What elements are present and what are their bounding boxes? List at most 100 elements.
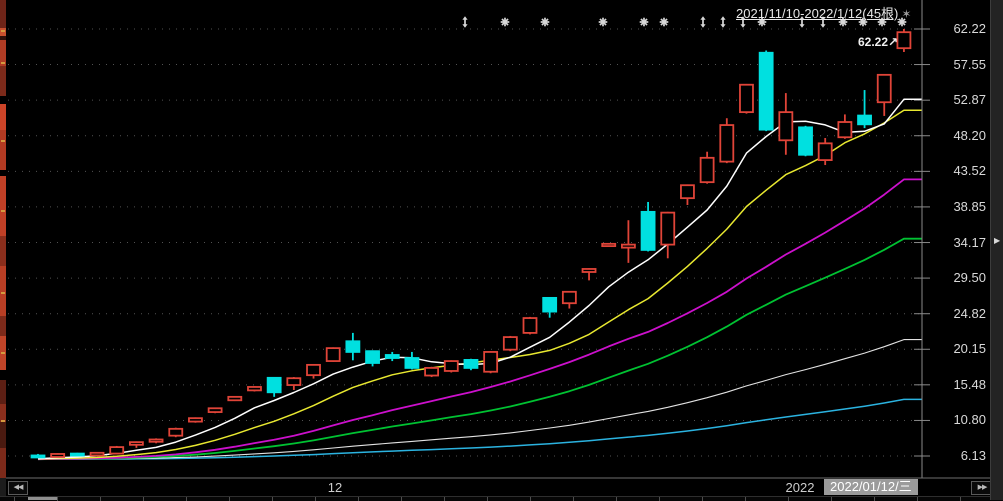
candle-body: [719, 124, 735, 163]
price-axis-label: 29.50: [953, 270, 986, 286]
ma-line-MA30: [37, 237, 922, 461]
candle-body: [266, 376, 282, 394]
price-axis-label: 57.55: [953, 56, 986, 72]
price-axis-label: 62.22: [953, 21, 986, 36]
candle-body: [365, 350, 380, 364]
candle-body: [857, 114, 872, 126]
up-right-arrow-icon: ↗: [888, 35, 899, 49]
candle-body: [128, 441, 144, 446]
window-sliver-fleck: [1, 210, 5, 212]
candle-body: [50, 453, 66, 458]
candle-body: [621, 243, 636, 249]
candle-body: [286, 377, 302, 386]
candle-body: [345, 340, 361, 353]
date-range-text: 2021/11/10-2022/1/12(45根): [736, 6, 899, 21]
window-sliver-segment: [0, 130, 6, 170]
window-sliver-fleck: [1, 292, 5, 294]
candle-body: [168, 427, 184, 437]
scrollbar-tick: [186, 497, 187, 501]
candle-body: [109, 446, 125, 455]
scrollbar-tick: [874, 497, 875, 501]
scroll-left-button[interactable]: ◀◀: [8, 481, 28, 495]
scrollbar-tick: [57, 497, 58, 501]
window-sliver-segment: [0, 176, 6, 236]
window-sliver-segment: [0, 422, 6, 448]
left-edge-window-sliver: [0, 0, 6, 500]
candle-body: [542, 296, 558, 313]
candle-body: [89, 451, 105, 457]
candle-body: [247, 386, 262, 392]
ma-line-MA5: [37, 98, 922, 460]
scrollbar-tick: [659, 497, 660, 501]
current-date-box[interactable]: 2022/01/12/三: [824, 479, 918, 495]
candle-body: [463, 359, 479, 369]
scrollbar-tick: [444, 497, 445, 501]
scrollbar-tick: [788, 497, 789, 501]
candle-body: [758, 51, 774, 131]
candle-body: [680, 184, 695, 200]
candle-body: [227, 395, 243, 402]
scrollbar-tick: [960, 497, 961, 501]
window-sliver-fleck: [1, 352, 5, 354]
candle-body: [739, 83, 754, 114]
pushpin-icon: ✶: [901, 7, 912, 21]
candle-body: [188, 417, 203, 423]
window-sliver-segment: [0, 236, 6, 266]
candle-body: [778, 111, 794, 142]
window-sliver-fleck: [1, 140, 5, 142]
window-sliver-fleck: [1, 62, 5, 64]
candle-body: [896, 31, 912, 50]
expand-panel-arrow-icon[interactable]: ▶: [994, 236, 1000, 245]
ma-line-MA10: [37, 109, 922, 460]
last-price-value: 62.22: [858, 35, 889, 49]
window-sliver-segment: [0, 104, 6, 130]
price-axis-label: 6.13: [960, 448, 986, 463]
window-sliver-segment: [0, 66, 6, 96]
candle-body: [837, 121, 853, 139]
candle-body: [148, 438, 164, 443]
candle-body: [306, 363, 321, 377]
price-axis-label: 43.52: [953, 163, 986, 179]
scrollbar-tick: [143, 497, 144, 501]
date-range-title[interactable]: 2021/11/10-2022/1/12(45根) ✶: [736, 3, 911, 22]
scrollbar-tick: [573, 497, 574, 501]
price-axis-label: 10.80: [953, 412, 986, 428]
scrollbar-tick: [917, 497, 918, 501]
window-sliver-segment: [0, 316, 6, 336]
candle-body: [384, 354, 400, 359]
price-axis-label: 38.85: [953, 198, 986, 214]
scrollbar-tick: [272, 497, 273, 501]
candle-body: [817, 142, 833, 161]
candle-body: [581, 268, 597, 273]
scrollbar-tick: [831, 497, 832, 501]
scrollbar-tick: [745, 497, 746, 501]
scrollbar-tick: [702, 497, 703, 501]
x-axis-label: 2022: [785, 480, 815, 495]
window-sliver-fleck: [1, 420, 5, 422]
scrollbar-tick: [229, 497, 230, 501]
scrollbar-tick: [315, 497, 316, 501]
window-sliver-segment: [0, 96, 6, 104]
window-sliver-segment: [0, 266, 6, 316]
candle-body: [561, 290, 577, 305]
candle-body: [69, 452, 85, 457]
window-sliver-fleck: [1, 30, 5, 32]
price-axis-label: 34.17: [953, 234, 986, 250]
candle-body: [483, 351, 499, 373]
price-axis-label: 48.20: [953, 127, 986, 143]
candle-body: [798, 126, 813, 156]
window-sliver-segment: [0, 0, 6, 28]
scrollbar-tick: [14, 497, 15, 501]
candle-body: [404, 357, 420, 369]
timeline-scrollbar[interactable]: [0, 496, 1003, 501]
window-sliver-segment: [0, 380, 6, 404]
candle-body: [522, 317, 538, 334]
candle-body: [207, 407, 223, 413]
scrollbar-tick: [530, 497, 531, 501]
time-axis-bar: ◀◀ 12 2022 2022/01/12/三 ▶▶: [0, 479, 1003, 496]
scrollbar-tick: [487, 497, 488, 501]
candle-body: [876, 73, 892, 104]
candle-body: [699, 156, 715, 184]
right-panel-splitter: ▶: [990, 0, 1003, 500]
candle-body: [502, 336, 518, 351]
